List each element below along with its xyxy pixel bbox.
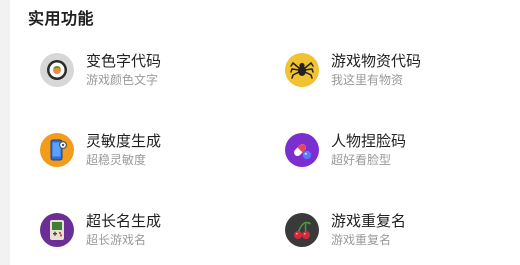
spider-icon <box>285 53 319 87</box>
item-duplicate-game-name[interactable]: 游戏重复名 游戏重复名 <box>285 206 505 254</box>
sushi-icon <box>40 53 74 87</box>
gameboy-icon <box>40 213 74 247</box>
item-title: 人物捏脸码 <box>331 132 407 150</box>
item-subtitle: 我这里有物资 <box>331 73 404 87</box>
item-color-text-code[interactable]: 变色字代码 游戏颜色文字 <box>40 46 260 94</box>
item-face-code[interactable]: 人物捏脸码 超好看脸型 <box>285 126 505 174</box>
item-title: 灵敏度生成 <box>86 132 162 150</box>
pills-icon <box>285 133 319 167</box>
item-title: 游戏重复名 <box>331 212 407 230</box>
item-game-supply-code[interactable]: 游戏物资代码 我这里有物资 <box>285 46 505 94</box>
item-subtitle: 超好看脸型 <box>331 153 392 167</box>
item-title: 变色字代码 <box>86 52 162 70</box>
item-sensitivity-generator[interactable]: 灵敏度生成 超稳灵敏度 <box>40 126 260 174</box>
item-subtitle: 超长游戏名 <box>86 233 147 247</box>
phone-settings-icon <box>40 133 74 167</box>
section-title: 实用功能 <box>28 9 95 28</box>
utility-card: 实用功能 变色字代码 游戏颜色文字 游戏物资代码 我这里有物资 灵敏度生成 超稳… <box>10 0 520 265</box>
item-subtitle: 游戏颜色文字 <box>86 73 159 87</box>
item-long-name-generator[interactable]: 超长名生成 超长游戏名 <box>40 206 260 254</box>
item-subtitle: 游戏重复名 <box>331 233 392 247</box>
cherries-icon <box>285 213 319 247</box>
item-title: 超长名生成 <box>86 212 162 230</box>
item-title: 游戏物资代码 <box>331 52 422 70</box>
item-subtitle: 超稳灵敏度 <box>86 153 147 167</box>
